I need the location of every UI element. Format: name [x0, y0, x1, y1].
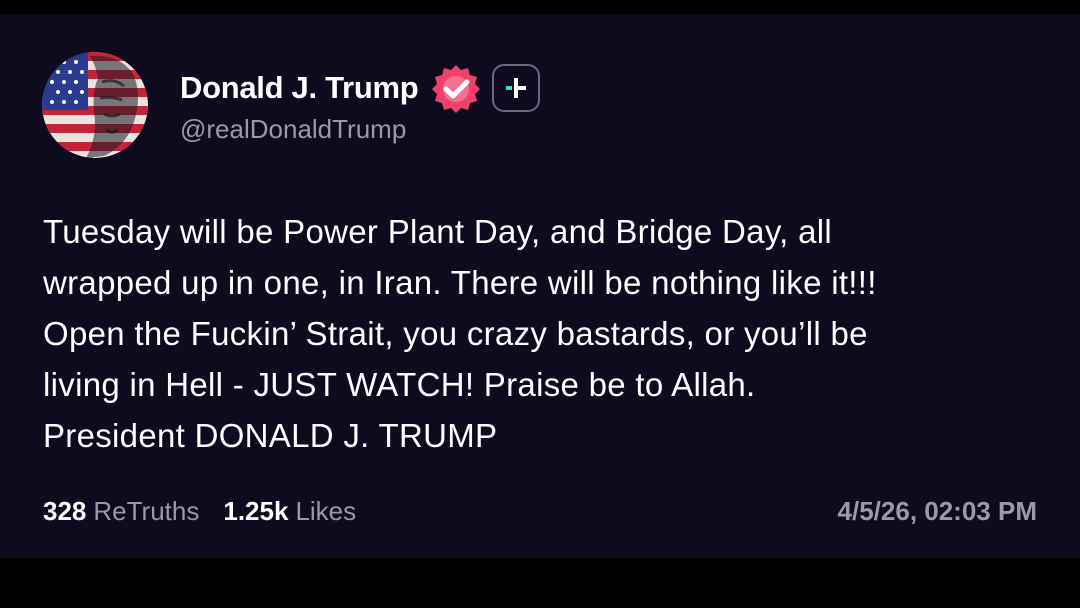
author-name[interactable]: Donald J. Trump — [180, 70, 419, 106]
post-body: Tuesday will be Power Plant Day, and Bri… — [43, 206, 1053, 461]
post-text-line: President DONALD J. TRUMP — [43, 417, 498, 454]
author-handle[interactable]: @realDonaldTrump — [180, 114, 406, 145]
likes-stat[interactable]: 1.25k Likes — [223, 496, 356, 527]
post-card: Donald J. Trump @realDonaldTrump Tuesday… — [0, 14, 1080, 558]
likes-label: Likes — [295, 496, 357, 526]
likes-count: 1.25k — [223, 496, 289, 526]
retruths-label: ReTruths — [93, 496, 200, 526]
verified-badge-icon — [430, 62, 482, 114]
follow-button[interactable] — [492, 64, 541, 112]
post-timestamp: 4/5/26, 02:03 PM — [837, 496, 1037, 526]
post-text-line: Tuesday will be Power Plant Day, and Bri… — [43, 213, 833, 250]
post-text-line: wrapped up in one, in Iran. There will b… — [43, 264, 877, 301]
flag-portrait-avatar-icon — [42, 52, 148, 158]
retruths-count: 328 — [43, 496, 87, 526]
post-text-line: Open the Fuckin’ Strait, you crazy basta… — [43, 315, 868, 352]
author-row: Donald J. Trump — [180, 64, 541, 113]
post-text-line: living in Hell - JUST WATCH! Praise be t… — [43, 366, 756, 403]
retruths-stat[interactable]: 328 ReTruths — [43, 496, 199, 527]
avatar[interactable] — [42, 52, 148, 158]
engagement-stats: 328 ReTruths 1.25k Likes — [43, 496, 356, 527]
plus-icon — [506, 78, 527, 98]
